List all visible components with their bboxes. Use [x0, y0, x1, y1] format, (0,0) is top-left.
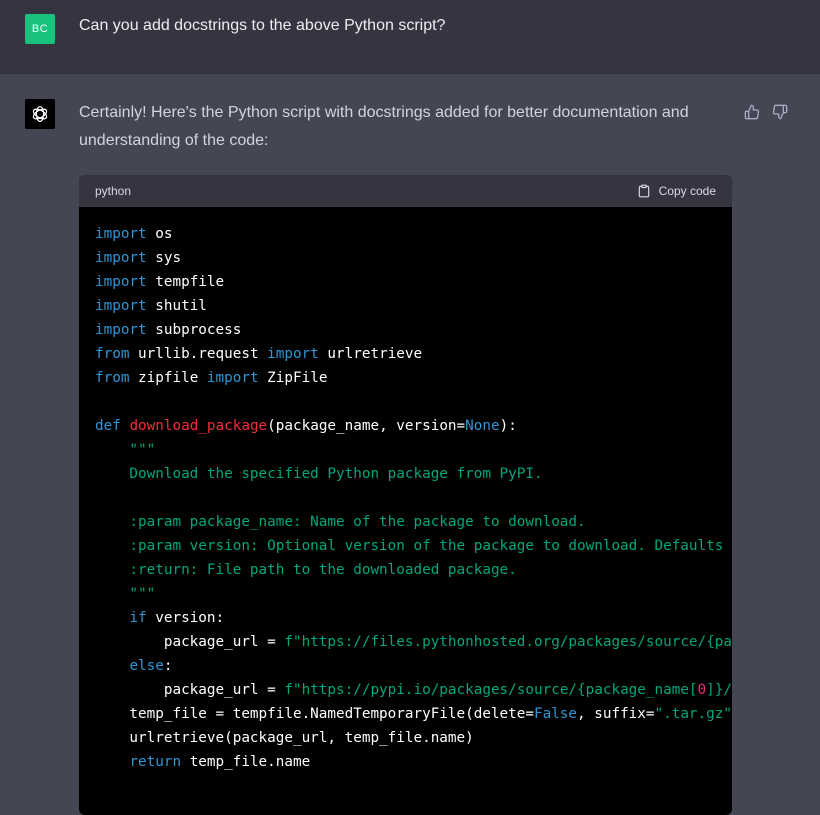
code-line: package_url = f"https://pypi.io/packages… — [95, 678, 716, 702]
code-token: from — [95, 346, 129, 362]
code-token: zipfile — [129, 370, 206, 386]
thumbs-down-button[interactable] — [770, 102, 790, 122]
code-token: import — [95, 226, 147, 242]
code-token: else — [129, 658, 163, 674]
code-token: shutil — [147, 298, 207, 314]
user-message-text: Can you add docstrings to the above Pyth… — [79, 17, 445, 35]
code-token: 0 — [698, 682, 707, 698]
code-token: urlretrieve(package_url, temp_file.name) — [95, 730, 474, 746]
code-token: os — [147, 226, 173, 242]
code-line: :param version: Optional version of the … — [95, 534, 716, 558]
copy-code-button[interactable]: Copy code — [637, 184, 716, 198]
assistant-message-row: Certainly! Here's the Python script with… — [0, 74, 820, 789]
code-token — [95, 754, 129, 770]
code-line: from urllib.request import urlretrieve — [95, 342, 716, 366]
code-block: python Copy code import osimport sysimpo… — [79, 175, 732, 815]
code-token: subprocess — [147, 322, 242, 338]
code-line: package_url = f"https://files.pythonhost… — [95, 630, 716, 654]
code-token: ZipFile — [259, 370, 328, 386]
thumbs-down-icon — [772, 104, 788, 120]
code-token: None — [465, 418, 499, 434]
code-token: import — [267, 346, 319, 362]
assistant-avatar — [25, 99, 55, 129]
code-token: :param package_name: Name of the package… — [95, 514, 586, 530]
code-token: version: — [147, 610, 224, 626]
code-token: f"https://files.pythonhosted.org/package… — [284, 634, 732, 650]
code-token: package_url = — [95, 682, 284, 698]
code-token: import — [95, 298, 147, 314]
code-line: temp_file = tempfile.NamedTemporaryFile(… — [95, 702, 716, 726]
copy-code-label: Copy code — [659, 184, 716, 198]
code-line: import sys — [95, 246, 716, 270]
code-token: ".tar.gz" — [655, 706, 732, 722]
openai-logo-icon — [29, 103, 51, 125]
code-token: temp_file.name — [181, 754, 310, 770]
user-avatar-initials: BC — [32, 23, 48, 35]
clipboard-icon — [637, 184, 651, 198]
code-token: import — [95, 322, 147, 338]
code-line: import shutil — [95, 294, 716, 318]
code-token: """ — [95, 442, 155, 458]
code-token — [95, 658, 129, 674]
code-line: import os — [95, 222, 716, 246]
code-line: Download the specified Python package fr… — [95, 462, 716, 486]
code-token: def — [95, 418, 121, 434]
code-token: return — [129, 754, 181, 770]
code-token: ): — [500, 418, 517, 434]
code-token: ]}/{p — [706, 682, 732, 698]
code-line: else: — [95, 654, 716, 678]
code-line: """ — [95, 582, 716, 606]
code-line: :param package_name: Name of the package… — [95, 510, 716, 534]
code-token: (package_name, version= — [267, 418, 465, 434]
user-message-row: BC Can you add docstrings to the above P… — [0, 0, 820, 74]
code-block-header: python Copy code — [79, 175, 732, 207]
code-line: :return: File path to the downloaded pac… — [95, 558, 716, 582]
code-token: , suffix= — [577, 706, 654, 722]
code-token: tempfile — [147, 274, 224, 290]
user-avatar: BC — [25, 14, 55, 44]
code-token: """ — [95, 586, 155, 602]
code-token: import — [95, 274, 147, 290]
code-line: urlretrieve(package_url, temp_file.name) — [95, 726, 716, 750]
code-token: :return: File path to the downloaded pac… — [95, 562, 517, 578]
code-token: urllib.request — [129, 346, 267, 362]
code-token — [95, 610, 129, 626]
code-token: sys — [147, 250, 181, 266]
code-language-label: python — [95, 184, 131, 198]
code-line: def download_package(package_name, versi… — [95, 414, 716, 438]
code-line: import subprocess — [95, 318, 716, 342]
code-token: from — [95, 370, 129, 386]
code-token: f"https://pypi.io/packages/source/{packa… — [284, 682, 697, 698]
thumbs-up-icon — [744, 104, 760, 120]
code-token: package_url = — [95, 634, 284, 650]
code-line: if version: — [95, 606, 716, 630]
code-token: download_package — [129, 418, 267, 434]
code-token: False — [534, 706, 577, 722]
code-token: import — [95, 250, 147, 266]
code-token: temp_file = tempfile.NamedTemporaryFile(… — [95, 706, 534, 722]
code-line: return temp_file.name — [95, 750, 716, 774]
code-token: import — [207, 370, 259, 386]
code-line: from zipfile import ZipFile — [95, 366, 716, 390]
thumbs-up-button[interactable] — [742, 102, 762, 122]
code-token: urlretrieve — [319, 346, 422, 362]
code-token: Download the specified Python package fr… — [95, 466, 543, 482]
code-line: """ — [95, 438, 716, 462]
assistant-message-text: Certainly! Here's the Python script with… — [79, 99, 729, 155]
code-line — [95, 486, 716, 510]
code-content: import osimport sysimport tempfileimport… — [79, 207, 732, 789]
code-token: if — [129, 610, 146, 626]
code-token: : — [164, 658, 173, 674]
code-line: import tempfile — [95, 270, 716, 294]
code-token: :param version: Optional version of the … — [95, 538, 732, 554]
code-line — [95, 390, 716, 414]
